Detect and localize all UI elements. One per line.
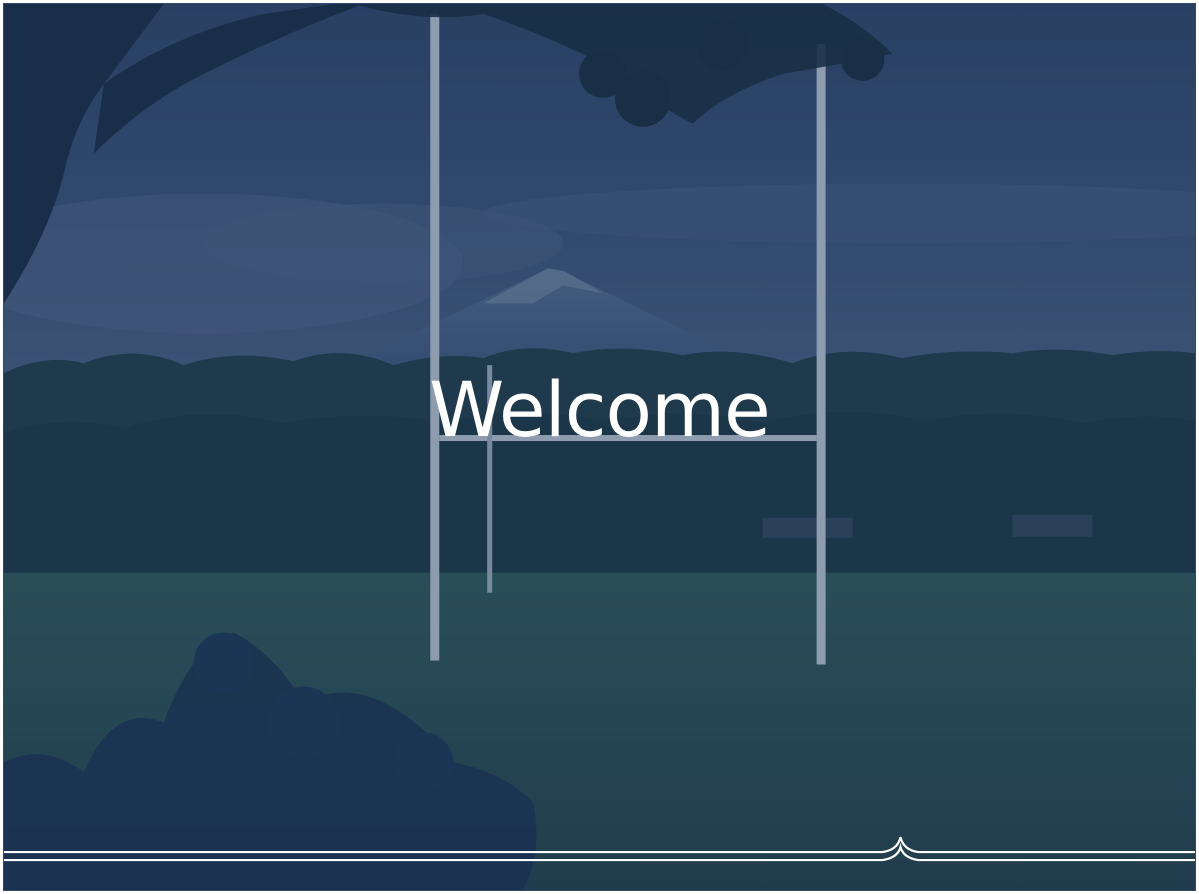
- slide-title: Welcome: [429, 365, 771, 454]
- slide: Welcome: [3, 3, 1196, 891]
